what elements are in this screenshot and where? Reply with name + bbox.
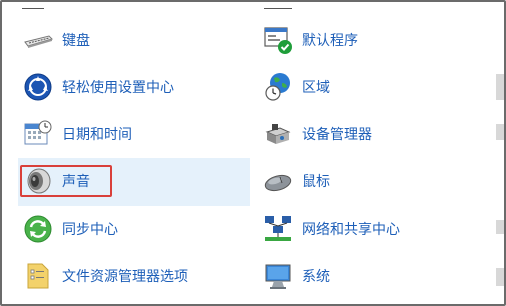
region-globe-icon — [262, 71, 294, 103]
item-device-manager[interactable]: 设备管理器 — [262, 111, 372, 157]
cropped-icon — [496, 74, 504, 100]
item-file-explorer-options[interactable]: 文件资源管理器选项 — [22, 253, 188, 299]
item-label: 键盘 — [62, 33, 90, 49]
item-label: 网络和共享中心 — [302, 222, 400, 238]
date-time-icon — [22, 118, 54, 150]
item-label: 系统 — [302, 269, 330, 285]
item-region[interactable]: 区域 — [262, 64, 330, 110]
default-programs-icon — [262, 24, 294, 56]
item-label: 鼠标 — [302, 174, 330, 190]
keyboard-icon — [22, 24, 54, 56]
item-label: 日期和时间 — [62, 127, 132, 143]
folder-options-icon — [22, 260, 54, 292]
network-icon — [262, 213, 294, 245]
item-sync-center[interactable]: 同步中心 — [22, 206, 118, 252]
item-date-time[interactable]: 日期和时间 — [22, 111, 132, 157]
control-panel-window: 键盘 默认程序 轻松使用设置中心 区域 日期和时间 设备管理器 声音 鼠标 同步… — [0, 0, 506, 306]
system-monitor-icon — [262, 260, 294, 292]
divider — [22, 8, 44, 9]
item-label: 默认程序 — [302, 33, 358, 49]
ease-of-access-icon — [22, 71, 54, 103]
item-label: 文件资源管理器选项 — [62, 269, 188, 285]
item-label: 轻松使用设置中心 — [62, 80, 174, 96]
item-system[interactable]: 系统 — [262, 253, 330, 299]
sync-center-icon — [22, 213, 54, 245]
cropped-icon — [496, 124, 504, 140]
item-label: 设备管理器 — [302, 127, 372, 143]
item-label: 区域 — [302, 80, 330, 96]
cropped-icon — [496, 220, 504, 234]
item-default-programs[interactable]: 默认程序 — [262, 17, 358, 63]
divider — [264, 8, 292, 9]
item-network-sharing-center[interactable]: 网络和共享中心 — [262, 206, 400, 252]
highlight-box — [20, 165, 112, 197]
item-mouse[interactable]: 鼠标 — [262, 158, 330, 204]
item-keyboard[interactable]: 键盘 — [22, 17, 90, 63]
device-manager-icon — [262, 118, 294, 150]
item-label: 同步中心 — [62, 222, 118, 238]
mouse-icon — [262, 165, 294, 197]
cropped-icon — [496, 268, 504, 286]
item-ease-of-access[interactable]: 轻松使用设置中心 — [22, 64, 174, 110]
